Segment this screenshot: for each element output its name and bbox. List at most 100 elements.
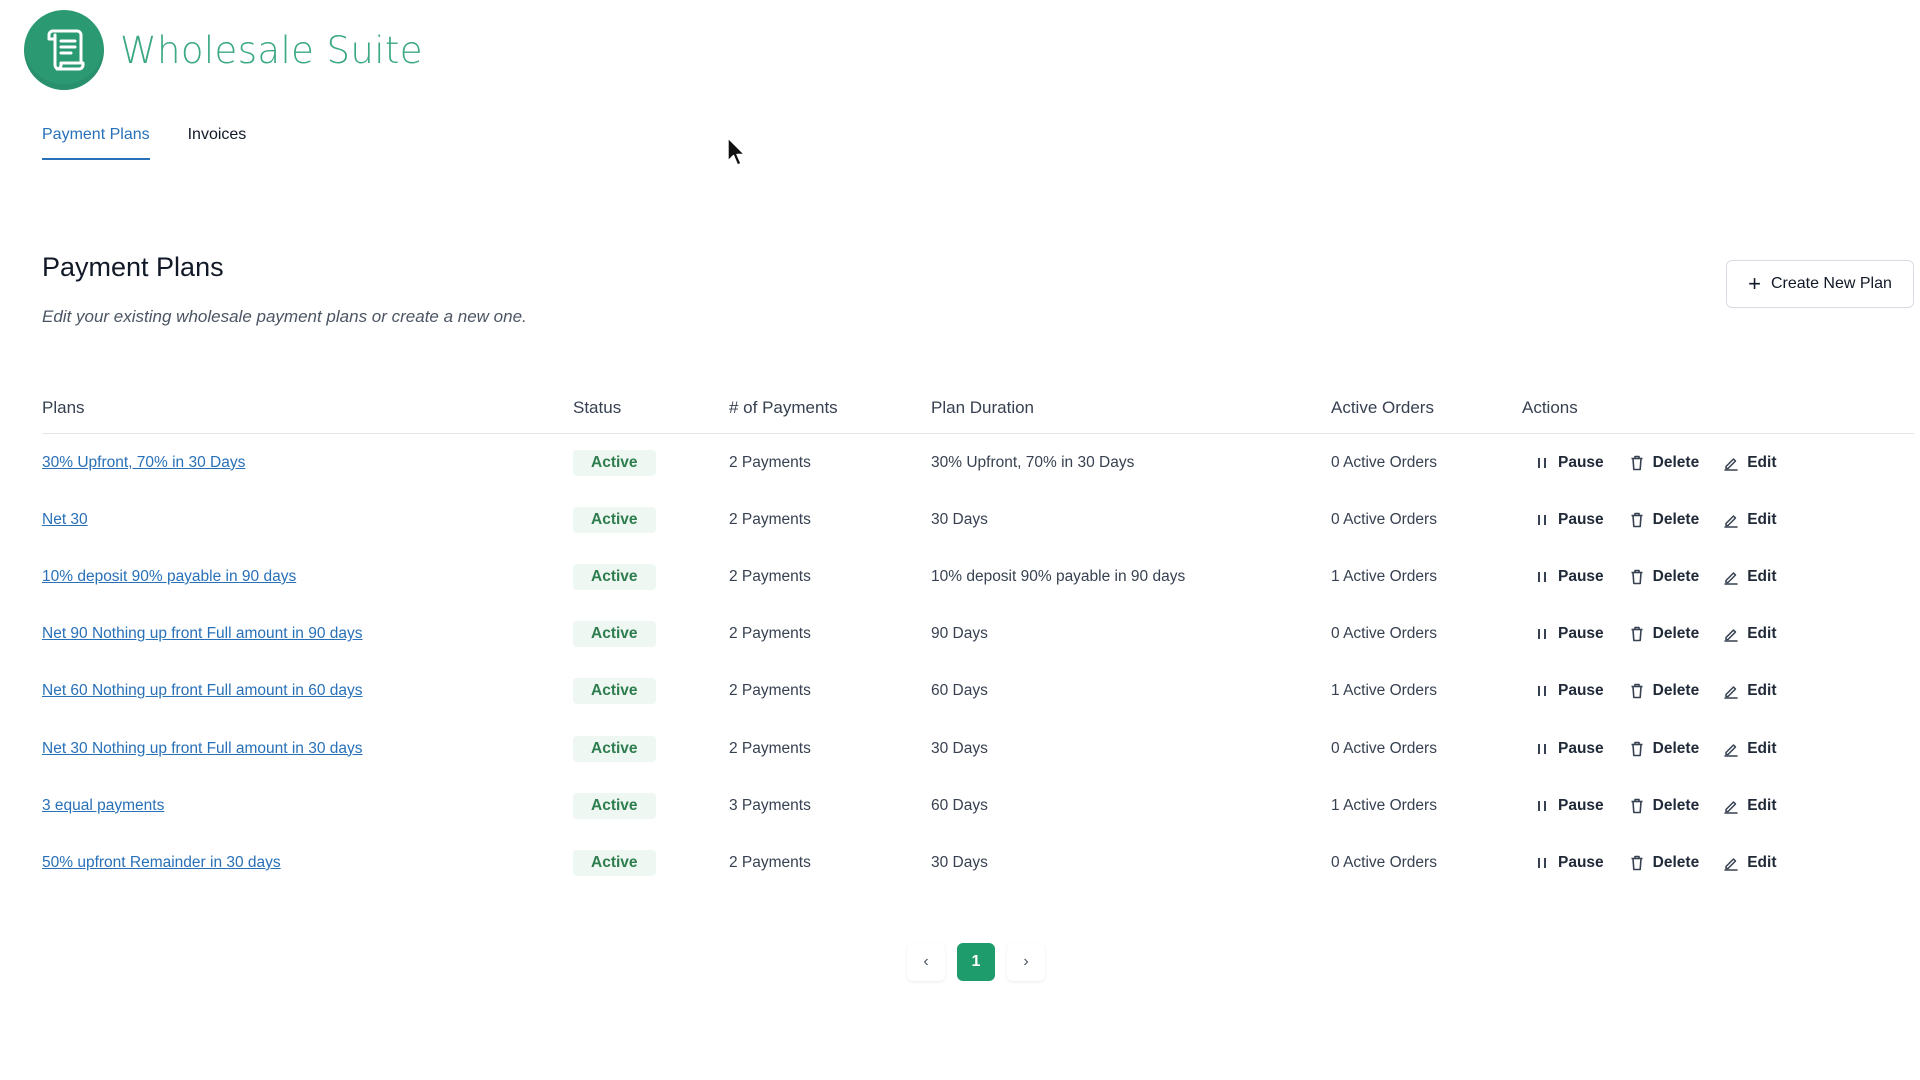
table-row: Net 60 Nothing up front Full amount in 6… <box>42 663 1914 720</box>
delete-label: Delete <box>1652 453 1700 471</box>
active-orders-count: 0 Active Orders <box>1331 510 1437 528</box>
trash-icon <box>1629 683 1645 699</box>
delete-label: Delete <box>1652 625 1700 643</box>
status-badge: Active <box>573 849 656 876</box>
pause-button[interactable]: Pause <box>1534 797 1604 815</box>
plus-icon: + <box>1748 271 1761 296</box>
payments-count: 2 Payments <box>729 567 811 585</box>
pause-label: Pause <box>1558 796 1604 814</box>
plan-duration: 30 Days <box>931 510 988 528</box>
pencil-icon <box>1723 798 1739 814</box>
table-row: 50% upfront Remainder in 30 days Active 2 … <box>42 834 1914 891</box>
delete-button[interactable]: Delete <box>1629 625 1700 643</box>
pagination-page-1[interactable]: 1 <box>957 943 995 981</box>
plan-name-link[interactable]: Net 90 Nothing up front Full amount in 9… <box>42 625 363 642</box>
pencil-icon <box>1723 855 1739 871</box>
pause-icon <box>1534 512 1550 528</box>
tab-invoices[interactable]: Invoices <box>188 126 247 160</box>
row-actions: Pause Delete Edit <box>1522 454 1914 472</box>
table-body: 30% Upfront, 70% in 30 Days Active 2 Payme… <box>42 434 1914 892</box>
pause-icon <box>1534 683 1550 699</box>
delete-button[interactable]: Delete <box>1629 739 1700 758</box>
tab-payment-plans[interactable]: Payment Plans <box>42 126 150 160</box>
trash-icon <box>1629 512 1645 528</box>
pencil-icon <box>1723 683 1739 700</box>
create-new-plan-button[interactable]: + Create New Plan <box>1726 260 1914 308</box>
edit-label: Edit <box>1747 625 1777 643</box>
pause-label: Pause <box>1558 682 1604 700</box>
row-actions: Pause Delete Edit <box>1522 740 1914 758</box>
plan-name-link[interactable]: 3 equal payments <box>42 797 164 814</box>
pencil-icon <box>1723 455 1739 471</box>
page-subtitle: Edit your existing wholesale payment pla… <box>42 307 527 326</box>
pause-label: Pause <box>1558 853 1604 871</box>
plan-name-link[interactable]: 10% deposit 90% payable in 90 days <box>42 568 296 585</box>
edit-label: Edit <box>1747 567 1777 585</box>
plan-name-link[interactable]: 50% upfront Remainder in 30 days <box>42 854 281 871</box>
payments-count: 3 Payments <box>729 796 811 814</box>
edit-button[interactable]: Edit <box>1723 625 1776 643</box>
active-orders-count: 0 Active Orders <box>1331 739 1437 757</box>
create-new-plan-label: Create New Plan <box>1770 275 1892 292</box>
status-badge: Active <box>573 735 656 762</box>
plan-name-link[interactable]: Net 30 Nothing up front Full amount in 3… <box>42 740 363 757</box>
plan-name-link[interactable]: Net 30 <box>42 511 88 528</box>
pause-icon <box>1534 455 1550 471</box>
edit-label: Edit <box>1747 453 1777 471</box>
edit-label: Edit <box>1747 739 1777 757</box>
trash-icon <box>1629 798 1645 814</box>
delete-label: Delete <box>1652 510 1700 528</box>
edit-button[interactable]: Edit <box>1723 568 1776 586</box>
delete-button[interactable]: Delete <box>1629 568 1699 586</box>
pause-label: Pause <box>1558 453 1604 471</box>
trash-icon <box>1629 855 1645 871</box>
edit-label: Edit <box>1747 796 1777 814</box>
pause-button[interactable]: Pause <box>1534 682 1604 700</box>
delete-button[interactable]: Delete <box>1629 510 1700 529</box>
pause-button[interactable]: Pause <box>1534 854 1604 872</box>
active-orders-count: 1 Active Orders <box>1331 796 1437 814</box>
plan-duration: 30% Upfront, 70% in 30 Days <box>931 453 1135 471</box>
delete-label: Delete <box>1652 739 1700 757</box>
status-badge: Active <box>573 563 656 590</box>
payments-count: 2 Payments <box>729 625 811 643</box>
payment-plans-table: Plans Status # of Payments Plan Duration… <box>42 398 1914 892</box>
delete-button[interactable]: Delete <box>1629 682 1700 700</box>
delete-button[interactable]: Delete <box>1629 453 1700 472</box>
status-badge: Active <box>573 449 656 476</box>
pagination-next-button[interactable]: › <box>1007 943 1045 981</box>
status-badge: Active <box>573 506 656 533</box>
pause-button[interactable]: Pause <box>1534 568 1604 586</box>
pagination-prev-button[interactable]: ‹ <box>907 943 945 981</box>
plan-duration: 60 Days <box>931 796 988 814</box>
delete-button[interactable]: Delete <box>1629 797 1699 815</box>
edit-button[interactable]: Edit <box>1723 454 1776 472</box>
pause-button[interactable]: Pause <box>1534 454 1604 472</box>
table-row: 3 equal payments Active 3 Payments 60 Days 1… <box>42 777 1914 834</box>
plan-duration: 30 Days <box>931 853 988 871</box>
edit-button[interactable]: Edit <box>1723 511 1776 529</box>
pause-button[interactable]: Pause <box>1534 625 1604 643</box>
edit-button[interactable]: Edit <box>1723 797 1776 815</box>
edit-button[interactable]: Edit <box>1723 740 1776 758</box>
plan-name-link[interactable]: 30% Upfront, 70% in 30 Days <box>42 454 245 471</box>
brand-name: Wholesale Suite <box>120 28 423 72</box>
active-orders-count: 1 Active Orders <box>1331 682 1437 700</box>
brand-header: Wholesale Suite <box>24 10 423 90</box>
pause-icon <box>1534 855 1550 871</box>
active-orders-count: 0 Active Orders <box>1331 453 1437 471</box>
pause-button[interactable]: Pause <box>1534 740 1604 758</box>
delete-label: Delete <box>1652 682 1700 700</box>
status-badge: Active <box>573 621 656 648</box>
table-row: Net 90 Nothing up front Full amount in 9… <box>42 606 1914 663</box>
edit-button[interactable]: Edit <box>1723 682 1776 700</box>
column-header-duration: Plan Duration <box>931 398 1035 417</box>
delete-button[interactable]: Delete <box>1629 854 1699 872</box>
pause-icon <box>1534 798 1550 814</box>
plan-duration: 60 Days <box>931 682 988 700</box>
edit-label: Edit <box>1747 853 1777 871</box>
pause-button[interactable]: Pause <box>1534 511 1604 529</box>
edit-button[interactable]: Edit <box>1723 854 1776 872</box>
plan-name-link[interactable]: Net 60 Nothing up front Full amount in 6… <box>42 682 363 699</box>
edit-label: Edit <box>1747 682 1777 700</box>
